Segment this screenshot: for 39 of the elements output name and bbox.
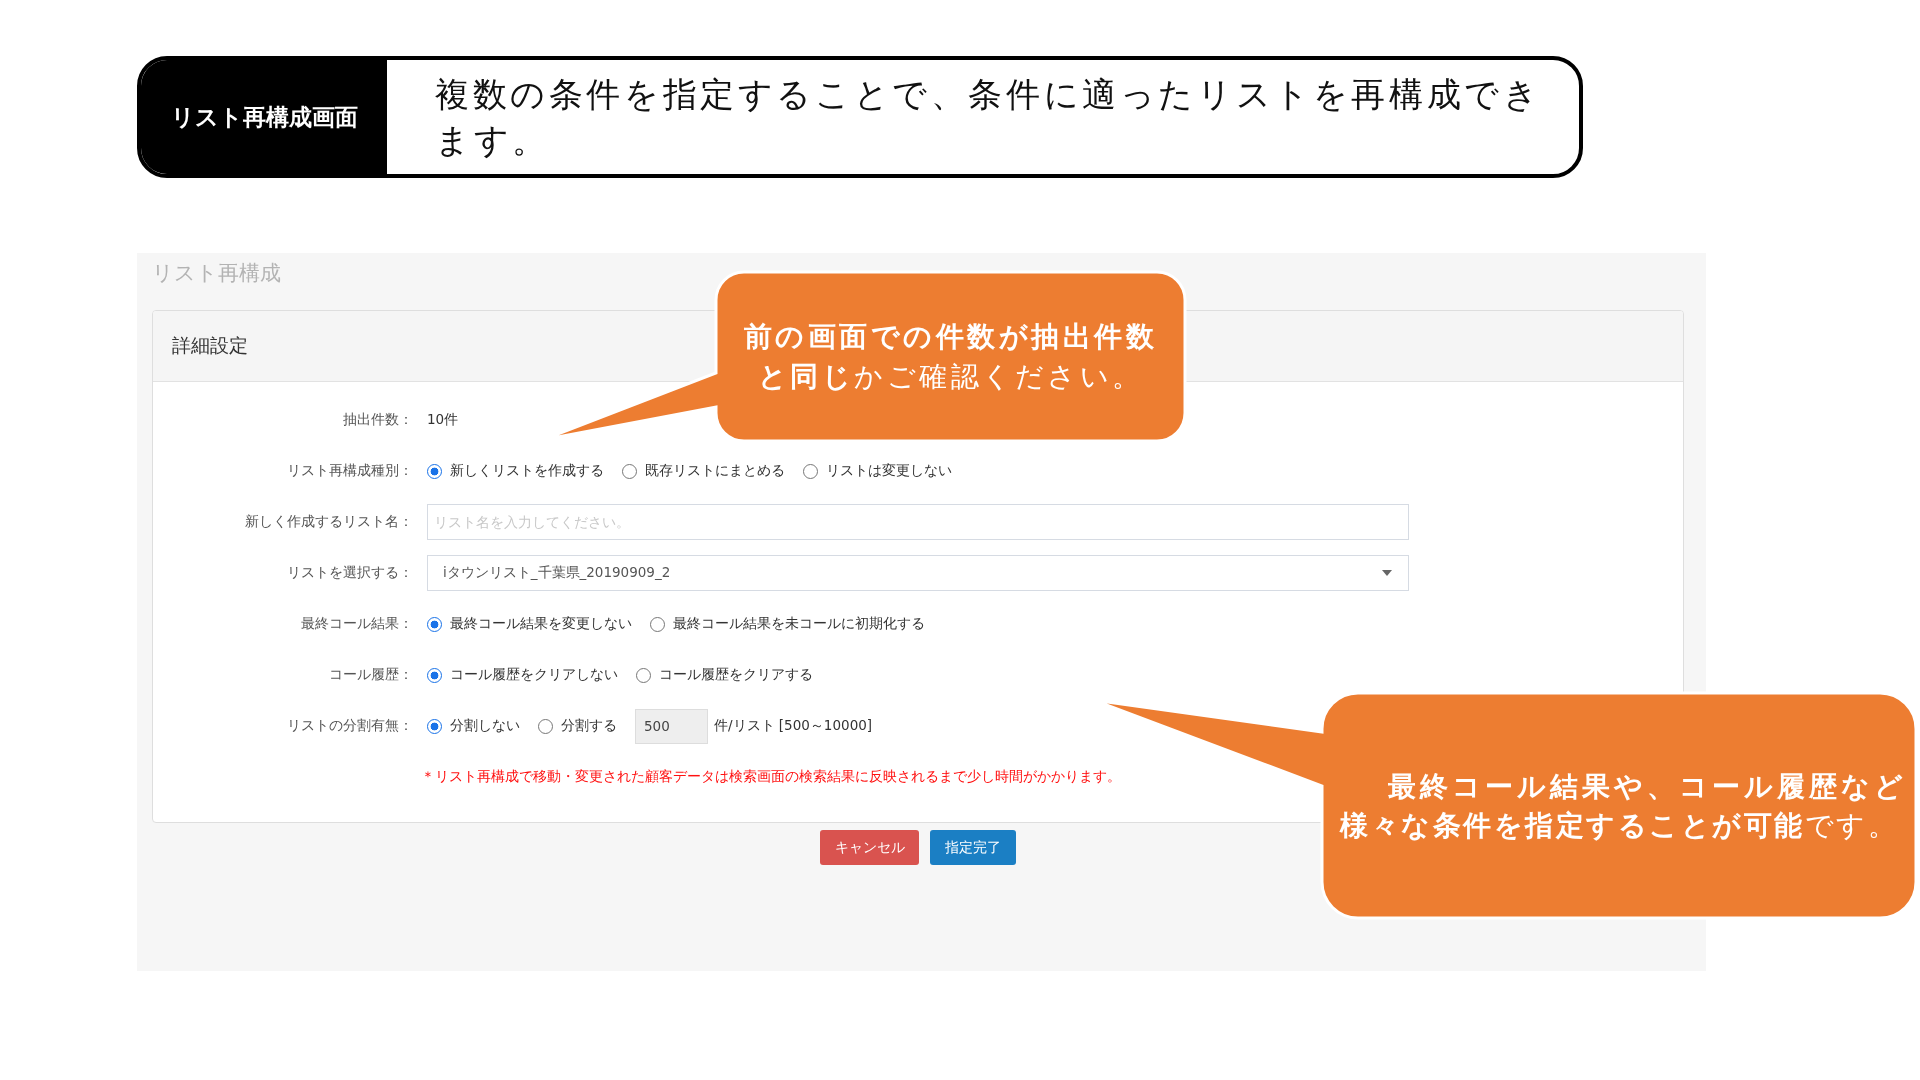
warning-note: ＊リスト再構成で移動・変更された顧客データは検索画面の検索結果に反映されるまで少し時間がかかります。 bbox=[421, 768, 1121, 786]
callout-text: 最終コール結果や、コール履歴など様々な条件を指定することが可能です。 bbox=[1338, 768, 1908, 844]
list-select[interactable]: iタウンリスト_千葉県_20190909_2 bbox=[427, 555, 1409, 591]
field-label: 新しく作成するリスト名： bbox=[245, 513, 413, 531]
radio-label[interactable]: リストは変更しない bbox=[826, 462, 952, 480]
callout-text: 前の画面での件数が抽出件数と同じかご確認ください。 bbox=[742, 318, 1159, 395]
radio-label[interactable]: コール履歴をクリアする bbox=[659, 666, 813, 684]
radio-button[interactable] bbox=[636, 667, 651, 683]
radio-button[interactable] bbox=[803, 463, 818, 479]
field-value: 10件 bbox=[427, 411, 459, 429]
radio-button[interactable] bbox=[427, 463, 442, 479]
field-label: 抽出件数： bbox=[343, 411, 413, 429]
radio-button[interactable] bbox=[427, 667, 442, 683]
card-title: 詳細設定 bbox=[172, 333, 248, 358]
radio-button[interactable] bbox=[427, 718, 442, 734]
radio-button[interactable] bbox=[538, 718, 553, 734]
count-input[interactable]: 500 bbox=[635, 708, 708, 744]
radio-button[interactable] bbox=[650, 616, 665, 632]
range-hint: 件/リスト [500～10000] bbox=[714, 717, 873, 735]
radio-button[interactable] bbox=[622, 463, 637, 479]
radio-label[interactable]: 新しくリストを作成する bbox=[450, 462, 604, 480]
cancel-button[interactable]: キャンセル bbox=[820, 830, 919, 865]
radio-label[interactable]: 最終コール結果を変更しない bbox=[450, 615, 632, 633]
page-title: リスト再構成 bbox=[152, 261, 282, 285]
radio-label[interactable]: 既存リストにまとめる bbox=[645, 462, 785, 480]
radio-label[interactable]: 分割しない bbox=[450, 717, 520, 735]
screen-title-label: リスト再構成画面 bbox=[141, 60, 387, 174]
radio-button[interactable] bbox=[427, 616, 442, 632]
description-text: 複数の条件を指定することで、条件に適ったリストを再構成できます。 bbox=[435, 73, 1543, 162]
confirm-button[interactable]: 指定完了 bbox=[930, 830, 1016, 865]
radio-label[interactable]: 分割する bbox=[561, 717, 617, 735]
radio-label[interactable]: 最終コール結果を未コールに初期化する bbox=[673, 615, 925, 633]
caret-down-icon bbox=[1382, 570, 1392, 576]
field-label: 最終コール結果： bbox=[301, 615, 413, 633]
field-label: リストを選択する： bbox=[287, 564, 413, 582]
field-label: リストの分割有無： bbox=[287, 717, 413, 735]
field-label: コール履歴： bbox=[329, 666, 413, 684]
radio-label[interactable]: コール履歴をクリアしない bbox=[450, 666, 618, 684]
field-label: リスト再構成種別： bbox=[287, 462, 413, 480]
